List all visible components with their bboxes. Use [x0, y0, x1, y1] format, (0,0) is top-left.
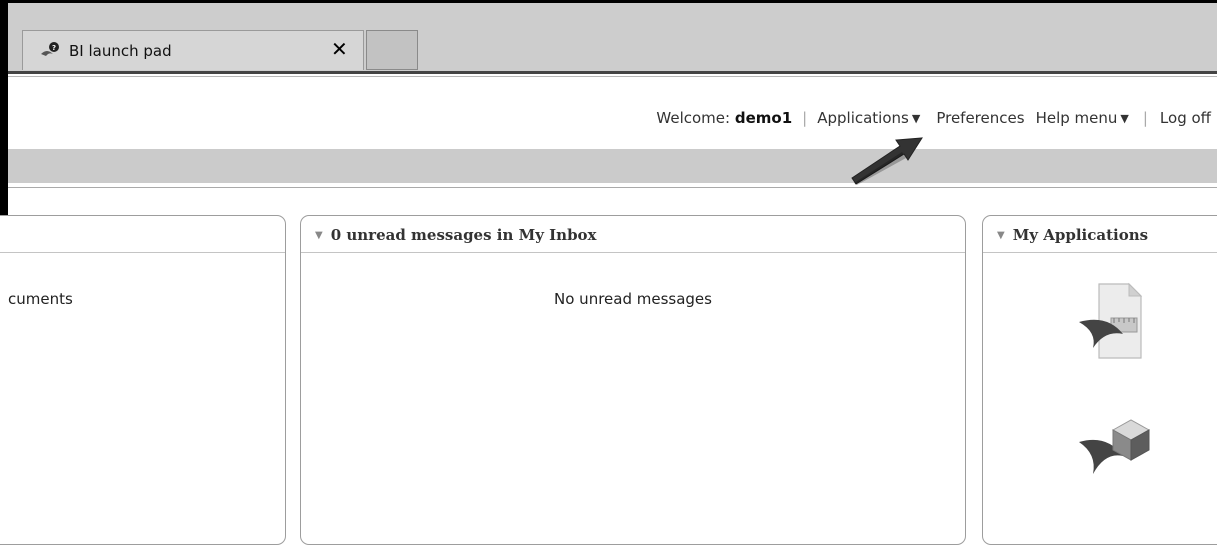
welcome-label: Welcome: [656, 109, 731, 127]
panel-header [0, 216, 285, 253]
collapse-triangle-icon[interactable]: ▼ [315, 230, 323, 241]
toolbar-bar [8, 149, 1217, 183]
browser-tab-bi-launch-pad[interactable]: ? BI launch pad ✕ [22, 30, 364, 70]
nav-separator: | [802, 109, 808, 127]
nav-separator: | [1142, 109, 1148, 127]
applications-label: Applications [817, 109, 909, 127]
pointer-arrow-icon [851, 137, 923, 185]
help-menu-label: Help menu [1035, 109, 1118, 127]
close-tab-icon[interactable]: ✕ [331, 38, 348, 60]
documents-link-partial[interactable]: cuments [8, 290, 73, 308]
inbox-panel: ▼ 0 unread messages in My Inbox No unread… [300, 215, 966, 545]
panel-header: ▼ My Applications [983, 216, 1217, 253]
my-applications-panel: ▼ My Applications [982, 215, 1217, 545]
log-off-link[interactable]: Log off [1160, 109, 1211, 127]
panel-header: ▼ 0 unread messages in My Inbox [301, 216, 965, 253]
header-divider [8, 71, 1217, 74]
collapse-triangle-icon[interactable]: ▼ [997, 230, 1005, 241]
inbox-panel-title[interactable]: ▼ 0 unread messages in My Inbox [315, 226, 597, 244]
new-tab-button[interactable] [366, 30, 418, 70]
no-messages-text: No unread messages [554, 290, 712, 308]
svg-text:?: ? [52, 44, 56, 52]
bi-launchpad-icon: ? [41, 42, 59, 56]
applications-menu[interactable]: Applications ▼ [817, 109, 920, 127]
my-applications-title[interactable]: ▼ My Applications [997, 226, 1148, 244]
documents-panel: cuments [0, 215, 286, 545]
username: demo1 [734, 109, 793, 127]
tab-title: BI launch pad [69, 42, 172, 60]
top-navigation: Welcome: demo1 | Applications ▼ Preferenc… [656, 109, 1211, 127]
browser-tab-strip: ? BI launch pad ✕ [8, 3, 1217, 71]
inbox-title-text: 0 unread messages in My Inbox [330, 226, 597, 244]
caret-down-icon: ▼ [911, 112, 921, 125]
caret-down-icon: ▼ [1120, 112, 1129, 125]
cube-app-icon[interactable] [1079, 412, 1159, 492]
help-menu[interactable]: Help menu ▼ [1036, 109, 1129, 127]
preferences-link[interactable]: Preferences [936, 109, 1024, 127]
my-applications-title-text: My Applications [1012, 226, 1149, 244]
web-intelligence-icon[interactable] [1079, 282, 1159, 362]
toolbar-bar-divider [8, 187, 1217, 188]
welcome-text: Welcome: demo1 [656, 109, 792, 127]
